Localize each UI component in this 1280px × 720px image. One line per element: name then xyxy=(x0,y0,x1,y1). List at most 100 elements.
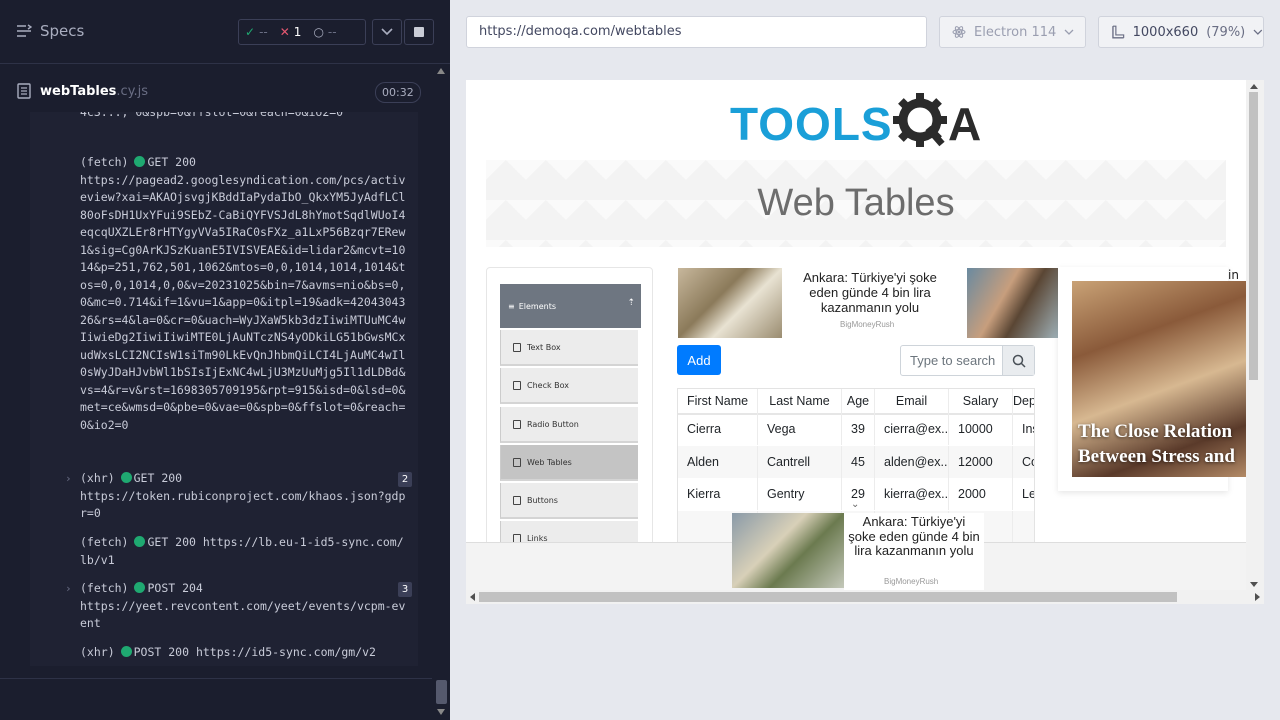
log-method: POST 200 xyxy=(133,645,190,659)
ad-right[interactable]: The Close Relation Between Stress and xyxy=(1058,267,1246,491)
sticky-footer-ad[interactable]: ⌄ Ankara: Türkiye'yi şoke eden günde 4 b… xyxy=(466,499,1246,591)
column-header[interactable]: Email xyxy=(875,389,949,413)
sidebar-item-label: Check Box xyxy=(527,380,570,390)
ad-headline: The Close Relation Between Stress and xyxy=(1078,421,1235,467)
column-header[interactable]: Last Name xyxy=(758,389,842,413)
table-cell: Leg xyxy=(1022,487,1034,501)
ad-top[interactable]: Ankara: Türkiye'yi şoke eden günde 4 bin… xyxy=(678,268,1239,338)
app-under-test: TOOLS A Web Tables ≡ Elements ⇡ Text Box… xyxy=(466,80,1264,604)
aut-panel: https://demoqa.com/webtables Electron 11… xyxy=(450,0,1280,720)
log-scrollbar[interactable] xyxy=(433,64,450,720)
search-box[interactable] xyxy=(900,345,1035,376)
scroll-left-icon[interactable] xyxy=(470,593,475,601)
sidebar-item-label: Web Tables xyxy=(527,457,572,467)
chevron-down-icon[interactable]: ⌄ xyxy=(851,499,859,510)
scroll-right-icon[interactable] xyxy=(1255,593,1260,601)
elements-group-header[interactable]: ≡ Elements ⇡ xyxy=(500,284,641,328)
scroll-down-icon[interactable] xyxy=(437,709,445,715)
table-header: First Name Last Name Age Email Salary De… xyxy=(678,389,1034,415)
table-cell: Com xyxy=(1022,455,1034,469)
item-icon xyxy=(513,342,521,352)
sidebar-item-check-box[interactable]: Check Box xyxy=(500,368,638,404)
command-log[interactable]: 4c3..., 0&spb=0&ffslot=0&reach=0&io2=0 (… xyxy=(30,112,418,666)
sidebar-item-text-box[interactable]: Text Box xyxy=(500,330,638,366)
log-entry[interactable]: (fetch) GET 200 https://lb.eu-1-id5-sync.… xyxy=(30,534,418,569)
url-bar[interactable]: https://demoqa.com/webtables xyxy=(466,16,927,48)
failed-count: 1 xyxy=(293,25,302,39)
caret-right-icon[interactable]: › xyxy=(65,470,72,488)
table-cell: Vega xyxy=(758,413,842,445)
log-kind: (xhr) xyxy=(80,645,115,659)
svg-text:TOOLS: TOOLS xyxy=(730,98,893,150)
table-row: Cierra Vega 39 cierra@ex... 10000 Insu xyxy=(678,413,1034,445)
pending-stat: ○ -- xyxy=(307,25,342,39)
collapse-button[interactable] xyxy=(372,19,402,45)
viewport-selector[interactable]: 1000x660 (79%) xyxy=(1098,16,1264,48)
log-fragment-text: 4c3..., 0&spb=0&ffslot=0&reach=0&io2=0 xyxy=(80,112,344,119)
ad-headline: Ankara: Türkiye'yi şoke eden günde 4 bin… xyxy=(803,270,937,315)
table-cell: Alden xyxy=(678,446,758,478)
table-cell: 12000 xyxy=(949,446,1013,478)
scroll-up-icon[interactable] xyxy=(437,68,445,74)
search-icon xyxy=(1012,354,1026,368)
chevron-down-icon xyxy=(381,28,393,36)
table-cell: Insu xyxy=(1022,422,1034,436)
log-entry[interactable]: (fetch) GET 200 https://pagead2.googlesynd… xyxy=(30,154,418,434)
ad-image xyxy=(967,268,1058,338)
table-cell: Gentry xyxy=(758,478,842,510)
column-header[interactable]: Age xyxy=(842,389,875,413)
ad-card: Ankara: Türkiye'yi şoke eden günde 4 bin… xyxy=(844,513,984,591)
column-header[interactable]: First Name xyxy=(678,389,758,413)
page-title-banner: Web Tables xyxy=(486,160,1226,247)
scroll-down-icon[interactable] xyxy=(1250,582,1258,587)
log-method: GET 200 xyxy=(147,535,196,549)
item-icon xyxy=(513,380,521,390)
log-entry[interactable]: › (xhr) GET 200 https://token.rubiconproje… xyxy=(30,470,418,523)
page-horizontal-scrollbar[interactable] xyxy=(466,590,1264,604)
status-dot-icon xyxy=(120,472,132,483)
ruler-icon xyxy=(1112,25,1125,39)
sidebar-item-buttons[interactable]: Buttons xyxy=(500,483,638,519)
caret-right-icon[interactable]: › xyxy=(65,580,72,598)
table-cell: cierra@ex... xyxy=(875,413,949,445)
scroll-thumb[interactable] xyxy=(479,592,1177,602)
sidebar-item-radio-button[interactable]: Radio Button xyxy=(500,407,638,443)
column-header[interactable]: Dep xyxy=(1013,389,1034,413)
svg-text:A: A xyxy=(948,98,981,150)
spec-duration: 00:32 xyxy=(375,82,421,103)
table-cell: alden@ex... xyxy=(875,446,949,478)
scroll-thumb[interactable] xyxy=(436,680,447,704)
log-entry[interactable]: › (fetch) POST 204 https://yeet.revcontent… xyxy=(30,580,418,633)
log-entry[interactable]: (xhr) POST 200 https://id5-sync.com/gm/v2 xyxy=(30,644,418,662)
scroll-thumb[interactable] xyxy=(1249,92,1258,380)
browser-selector[interactable]: Electron 114 xyxy=(939,16,1086,48)
add-button[interactable]: Add xyxy=(677,345,721,375)
electron-icon xyxy=(952,26,966,38)
sidebar-item-web-tables[interactable]: Web Tables xyxy=(500,445,638,481)
search-input[interactable] xyxy=(901,346,1002,375)
toolsqa-logo[interactable]: TOOLS A xyxy=(730,92,988,152)
spec-file-name[interactable]: webTables.cy.js xyxy=(40,84,148,99)
toolsqa-logo-image: TOOLS A xyxy=(730,93,981,150)
page-vertical-scrollbar[interactable] xyxy=(1246,80,1264,590)
table-cell: Kierra xyxy=(678,478,758,510)
log-url: https://id5-sync.com/gm/v2 xyxy=(195,645,376,659)
status-dot-icon xyxy=(134,536,146,547)
spec-ext: .cy.js xyxy=(116,84,149,99)
log-url: https://pagead2.googlesyndication.com/pc… xyxy=(80,172,406,432)
log-kind: (fetch) xyxy=(80,535,129,549)
pending-count: -- xyxy=(327,25,337,39)
status-dot-icon xyxy=(120,646,132,657)
search-button[interactable] xyxy=(1002,346,1034,375)
spec-name: webTables xyxy=(40,84,117,99)
runner-header: Specs ✓ -- ✕ 1 ○ -- xyxy=(0,0,450,64)
scroll-up-icon[interactable] xyxy=(1250,84,1258,89)
status-dot-icon xyxy=(134,582,146,593)
stop-button[interactable] xyxy=(404,19,434,45)
spec-file-bar: webTables.cy.js 00:32 xyxy=(0,72,432,112)
specs-toggle[interactable]: Specs xyxy=(16,22,84,40)
column-header[interactable]: Salary xyxy=(949,389,1013,413)
ad-photo: The Close Relation Between Stress and xyxy=(1072,281,1246,477)
item-icon xyxy=(513,419,521,429)
viewport-size: 1000x660 xyxy=(1132,24,1199,40)
